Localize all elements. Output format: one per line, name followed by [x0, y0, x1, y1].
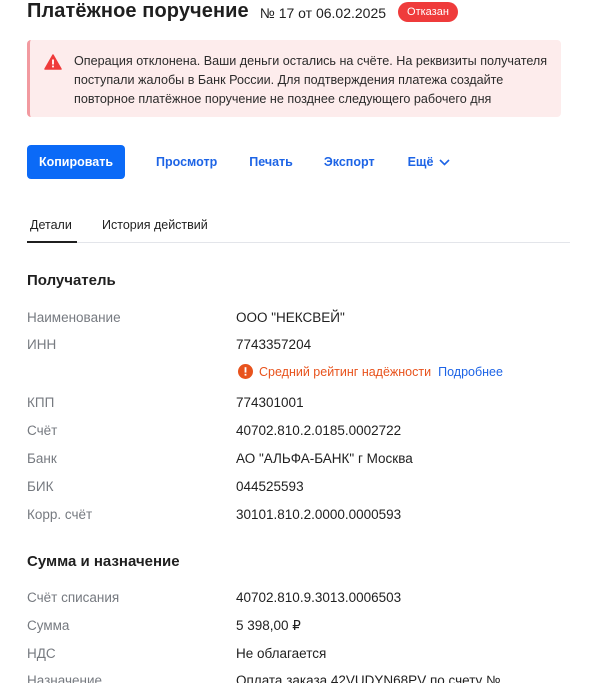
- bik-label: БИК: [27, 479, 54, 494]
- debit-account-label: Счёт списания: [27, 590, 120, 605]
- vat-label: НДС: [27, 646, 56, 661]
- active-tab-indicator: [27, 241, 77, 243]
- rejection-alert: Операция отклонена. Ваши деньги остались…: [27, 40, 561, 117]
- more-menu-button[interactable]: Ещё: [408, 155, 451, 169]
- account-value: 40702.810.2.0185.0002722: [236, 423, 402, 438]
- alert-message: Операция отклонена. Ваши деньги остались…: [74, 54, 548, 106]
- export-button[interactable]: Экспорт: [324, 155, 375, 169]
- tab-bar: Детали История действий: [27, 215, 570, 243]
- inn-label: ИНН: [27, 337, 57, 352]
- recipient-section-title: Получатель: [27, 272, 116, 289]
- rating-details-link[interactable]: Подробнее: [438, 365, 503, 379]
- bik-value: 044525593: [236, 479, 304, 494]
- debit-account-value: 40702.810.9.3013.0006503: [236, 590, 402, 605]
- payment-section-title: Сумма и назначение: [27, 553, 180, 570]
- corr-account-label: Корр. счёт: [27, 507, 93, 522]
- tab-details[interactable]: Детали: [30, 218, 72, 232]
- vat-value: Не облагается: [236, 646, 327, 661]
- exclamation-circle-icon: [238, 364, 253, 379]
- bank-label: Банк: [27, 451, 57, 466]
- view-button[interactable]: Просмотр: [156, 155, 217, 169]
- reliability-rating-text: Средний рейтинг надёжности: [259, 364, 432, 379]
- bank-value: АО "АЛЬФА-БАНК" г Москва: [236, 451, 413, 466]
- page-title: Платёжное поручение: [27, 0, 249, 22]
- amount-label: Сумма: [27, 618, 70, 633]
- kpp-value: 774301001: [236, 395, 304, 410]
- status-badge: Отказан: [398, 2, 458, 22]
- account-label: Счёт: [27, 423, 58, 438]
- action-toolbar: Копировать Просмотр Печать Экспорт Ещё: [27, 145, 450, 179]
- kpp-label: КПП: [27, 395, 55, 410]
- amount-value: 5 398,00 ₽: [236, 618, 301, 633]
- recipient-name-label: Наименование: [27, 310, 121, 325]
- tab-history[interactable]: История действий: [102, 218, 208, 232]
- purpose-label: Назначение: [27, 673, 103, 683]
- copy-button[interactable]: Копировать: [27, 145, 125, 179]
- corr-account-value: 30101.810.2.0000.0000593: [236, 507, 402, 522]
- reliability-rating: Средний рейтинг надёжности Подробнее: [238, 364, 503, 379]
- purpose-value: Оплата заказа 42VUDYN68PV по счету №: [236, 673, 501, 683]
- inn-value: 7743357204: [236, 337, 312, 352]
- print-button[interactable]: Печать: [249, 155, 293, 169]
- document-number-date: № 17 от 06.02.2025: [259, 4, 387, 21]
- recipient-name-value: ООО "НЕКСВЕЙ": [236, 310, 345, 325]
- page-header: Платёжное поручение № 17 от 06.02.2025 О…: [27, 0, 458, 23]
- more-label: Ещё: [407, 155, 434, 169]
- chevron-down-icon: [439, 158, 450, 166]
- warning-triangle-icon: [44, 54, 62, 75]
